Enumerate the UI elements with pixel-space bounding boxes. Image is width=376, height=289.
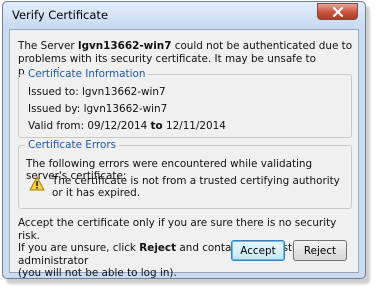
valid-to-value: 12/11/2014: [165, 120, 226, 132]
certificate-information-group: Certificate Information Issued to: lgvn1…: [18, 68, 352, 138]
issued-to-label: Issued to:: [28, 86, 79, 98]
warning-icon: [29, 176, 45, 191]
intro-prefix: The Server: [18, 40, 79, 52]
dialog-body: The Server lgvn13662-win7 could not be a…: [9, 29, 359, 279]
issued-by-label: Issued by:: [28, 103, 81, 115]
valid-from-label: Valid from:: [28, 120, 85, 132]
issued-by-row: Issued by: lgvn13662-win7: [28, 103, 167, 115]
close-button[interactable]: [317, 3, 358, 20]
footer-line-2-prefix: If you are unsure, click: [18, 242, 140, 255]
accept-button[interactable]: Accept: [231, 240, 285, 261]
verify-certificate-dialog: Verify Certificate The Server lgvn13662-…: [2, 1, 366, 279]
issued-to-row: Issued to: lgvn13662-win7: [28, 86, 166, 98]
valid-from-value: 09/12/2014: [87, 120, 148, 132]
footer-line-1: Accept the certificate only if you are s…: [18, 217, 337, 242]
valid-to-word: to: [150, 120, 163, 132]
window-title: Verify Certificate: [12, 8, 109, 22]
footer-line-3: (you will not be able to log in).: [18, 267, 177, 280]
reject-button[interactable]: Reject: [293, 240, 347, 261]
certificate-errors-group: Certificate Errors The following errors …: [18, 139, 352, 209]
certificate-information-legend: Certificate Information: [25, 68, 149, 80]
title-bar[interactable]: Verify Certificate: [3, 2, 365, 28]
issued-to-value: lgvn13662-win7: [82, 86, 166, 98]
certificate-errors-legend: Certificate Errors: [25, 139, 120, 151]
server-name: lgvn13662-win7: [78, 40, 172, 52]
error-detail: The certificate is not from a trusted ce…: [52, 175, 340, 199]
issued-by-value: lgvn13662-win7: [83, 103, 168, 115]
close-icon: [332, 6, 343, 17]
valid-from-row: Valid from: 09/12/2014 to 12/11/2014: [28, 120, 226, 132]
footer-reject-word: Reject: [139, 242, 177, 255]
